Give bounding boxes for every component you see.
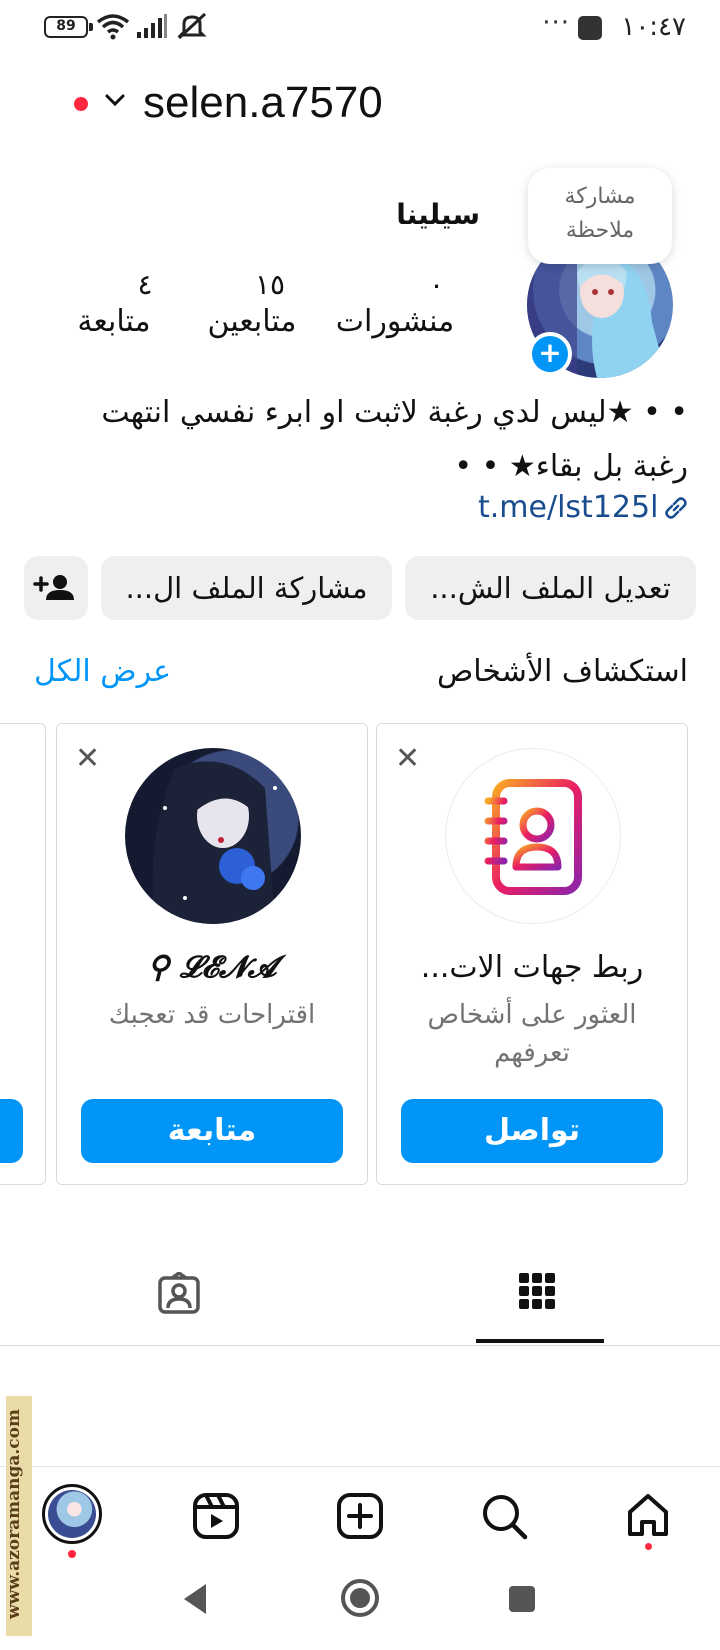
bio-link[interactable]: t.me/lst125l (478, 490, 658, 525)
edit-profile-button[interactable]: تعديل الملف الش... (405, 556, 696, 620)
stat-followers[interactable]: ١٥ متابعين (196, 268, 308, 342)
status-bar: 89 ··· ١٠:٤٧ (0, 0, 720, 56)
partial-card-button[interactable] (0, 1099, 23, 1163)
note-bubble-text: مشاركة ملاحظة (564, 184, 636, 243)
close-icon[interactable]: ✕ (395, 744, 420, 774)
following-label: متابعة (77, 304, 151, 339)
notification-dot (74, 97, 88, 111)
active-tab-indicator (476, 1339, 604, 1343)
add-story-button[interactable]: + (528, 332, 572, 376)
share-note-bubble[interactable]: مشاركة ملاحظة (528, 168, 672, 264)
suggestion-card-partial[interactable] (0, 723, 46, 1185)
username-switcher[interactable]: selen.a7570 (143, 78, 383, 128)
profile-notification-dot (68, 1550, 76, 1558)
share-profile-button[interactable]: مشاركة الملف ال... (101, 556, 392, 620)
search-icon[interactable] (480, 1492, 528, 1540)
home-icon[interactable] (624, 1492, 672, 1538)
recents-icon[interactable] (507, 1584, 537, 1614)
battery-icon: 89 (44, 16, 93, 38)
home-circle-icon[interactable] (340, 1578, 380, 1618)
discover-people-button[interactable] (24, 556, 88, 620)
home-notification-dot (645, 1543, 652, 1550)
suggested-user-avatar[interactable] (125, 748, 301, 924)
add-person-icon (33, 575, 74, 600)
link-icon (665, 497, 687, 519)
signal-icon (137, 14, 167, 38)
bio: • • ★ليس لدي رغبة لاثبت او ابرء نفسي انت… (38, 386, 688, 494)
bio-line-2: رغبة بل بقاء★ • • (454, 449, 688, 484)
more-status-icon: ··· (542, 8, 570, 38)
posts-count: ٠ (428, 268, 444, 301)
card-title: ربط جهات الات... (420, 950, 644, 985)
notification-icon (578, 16, 602, 40)
stat-posts[interactable]: ٠ منشورات (330, 268, 460, 342)
followers-count: ١٥ (254, 268, 286, 301)
display-name: سيلينا (396, 198, 480, 231)
card-title: 𝓛𝓔𝓝𝓐 ⚲ (147, 950, 277, 985)
grid-icon[interactable] (518, 1272, 556, 1310)
close-icon[interactable]: ✕ (75, 744, 100, 774)
contacts-icon (445, 748, 621, 924)
chevron-down-icon[interactable] (104, 92, 126, 108)
wifi-icon (96, 14, 130, 40)
posts-label: منشورات (335, 304, 455, 339)
connect-button[interactable]: تواصل (401, 1099, 663, 1163)
back-icon[interactable] (180, 1582, 210, 1616)
followers-label: متابعين (207, 304, 297, 339)
clock: ١٠:٤٧ (621, 12, 686, 42)
card-subtitle: اقتراحات قد تعجبك (108, 1000, 316, 1030)
discover-people-title: استكشاف الأشخاص (437, 654, 688, 689)
card-subtitle: العثور على أشخاص تعرفهم (427, 1000, 637, 1068)
suggestion-card-contacts[interactable]: ✕ ربط جهات الات... العثور على أشخاص تعرف… (376, 723, 688, 1185)
watermark: www.azoramanga.com (4, 1409, 24, 1619)
tabs-divider (0, 1345, 720, 1346)
bottom-nav-divider (0, 1466, 720, 1467)
create-post-icon[interactable] (336, 1492, 384, 1540)
suggestion-card-user[interactable]: ✕ 𝓛𝓔𝓝𝓐 ⚲ اقتراحات قد تعجبك متابعة (56, 723, 368, 1185)
following-count: ٤ (137, 268, 153, 301)
profile-nav-avatar[interactable] (42, 1484, 102, 1544)
bio-line-1: • • ★ليس لدي رغبة لاثبت او ابرء نفسي انت… (101, 395, 688, 430)
tagged-icon[interactable] (157, 1272, 201, 1314)
see-all-link[interactable]: عرض الكل (34, 654, 171, 689)
stat-following[interactable]: ٤ متابعة (64, 268, 164, 342)
battery-level: 89 (56, 18, 76, 34)
system-navigation-bar (0, 1560, 720, 1650)
reels-icon[interactable] (192, 1492, 240, 1540)
follow-button[interactable]: متابعة (81, 1099, 343, 1163)
mute-icon (177, 12, 207, 40)
